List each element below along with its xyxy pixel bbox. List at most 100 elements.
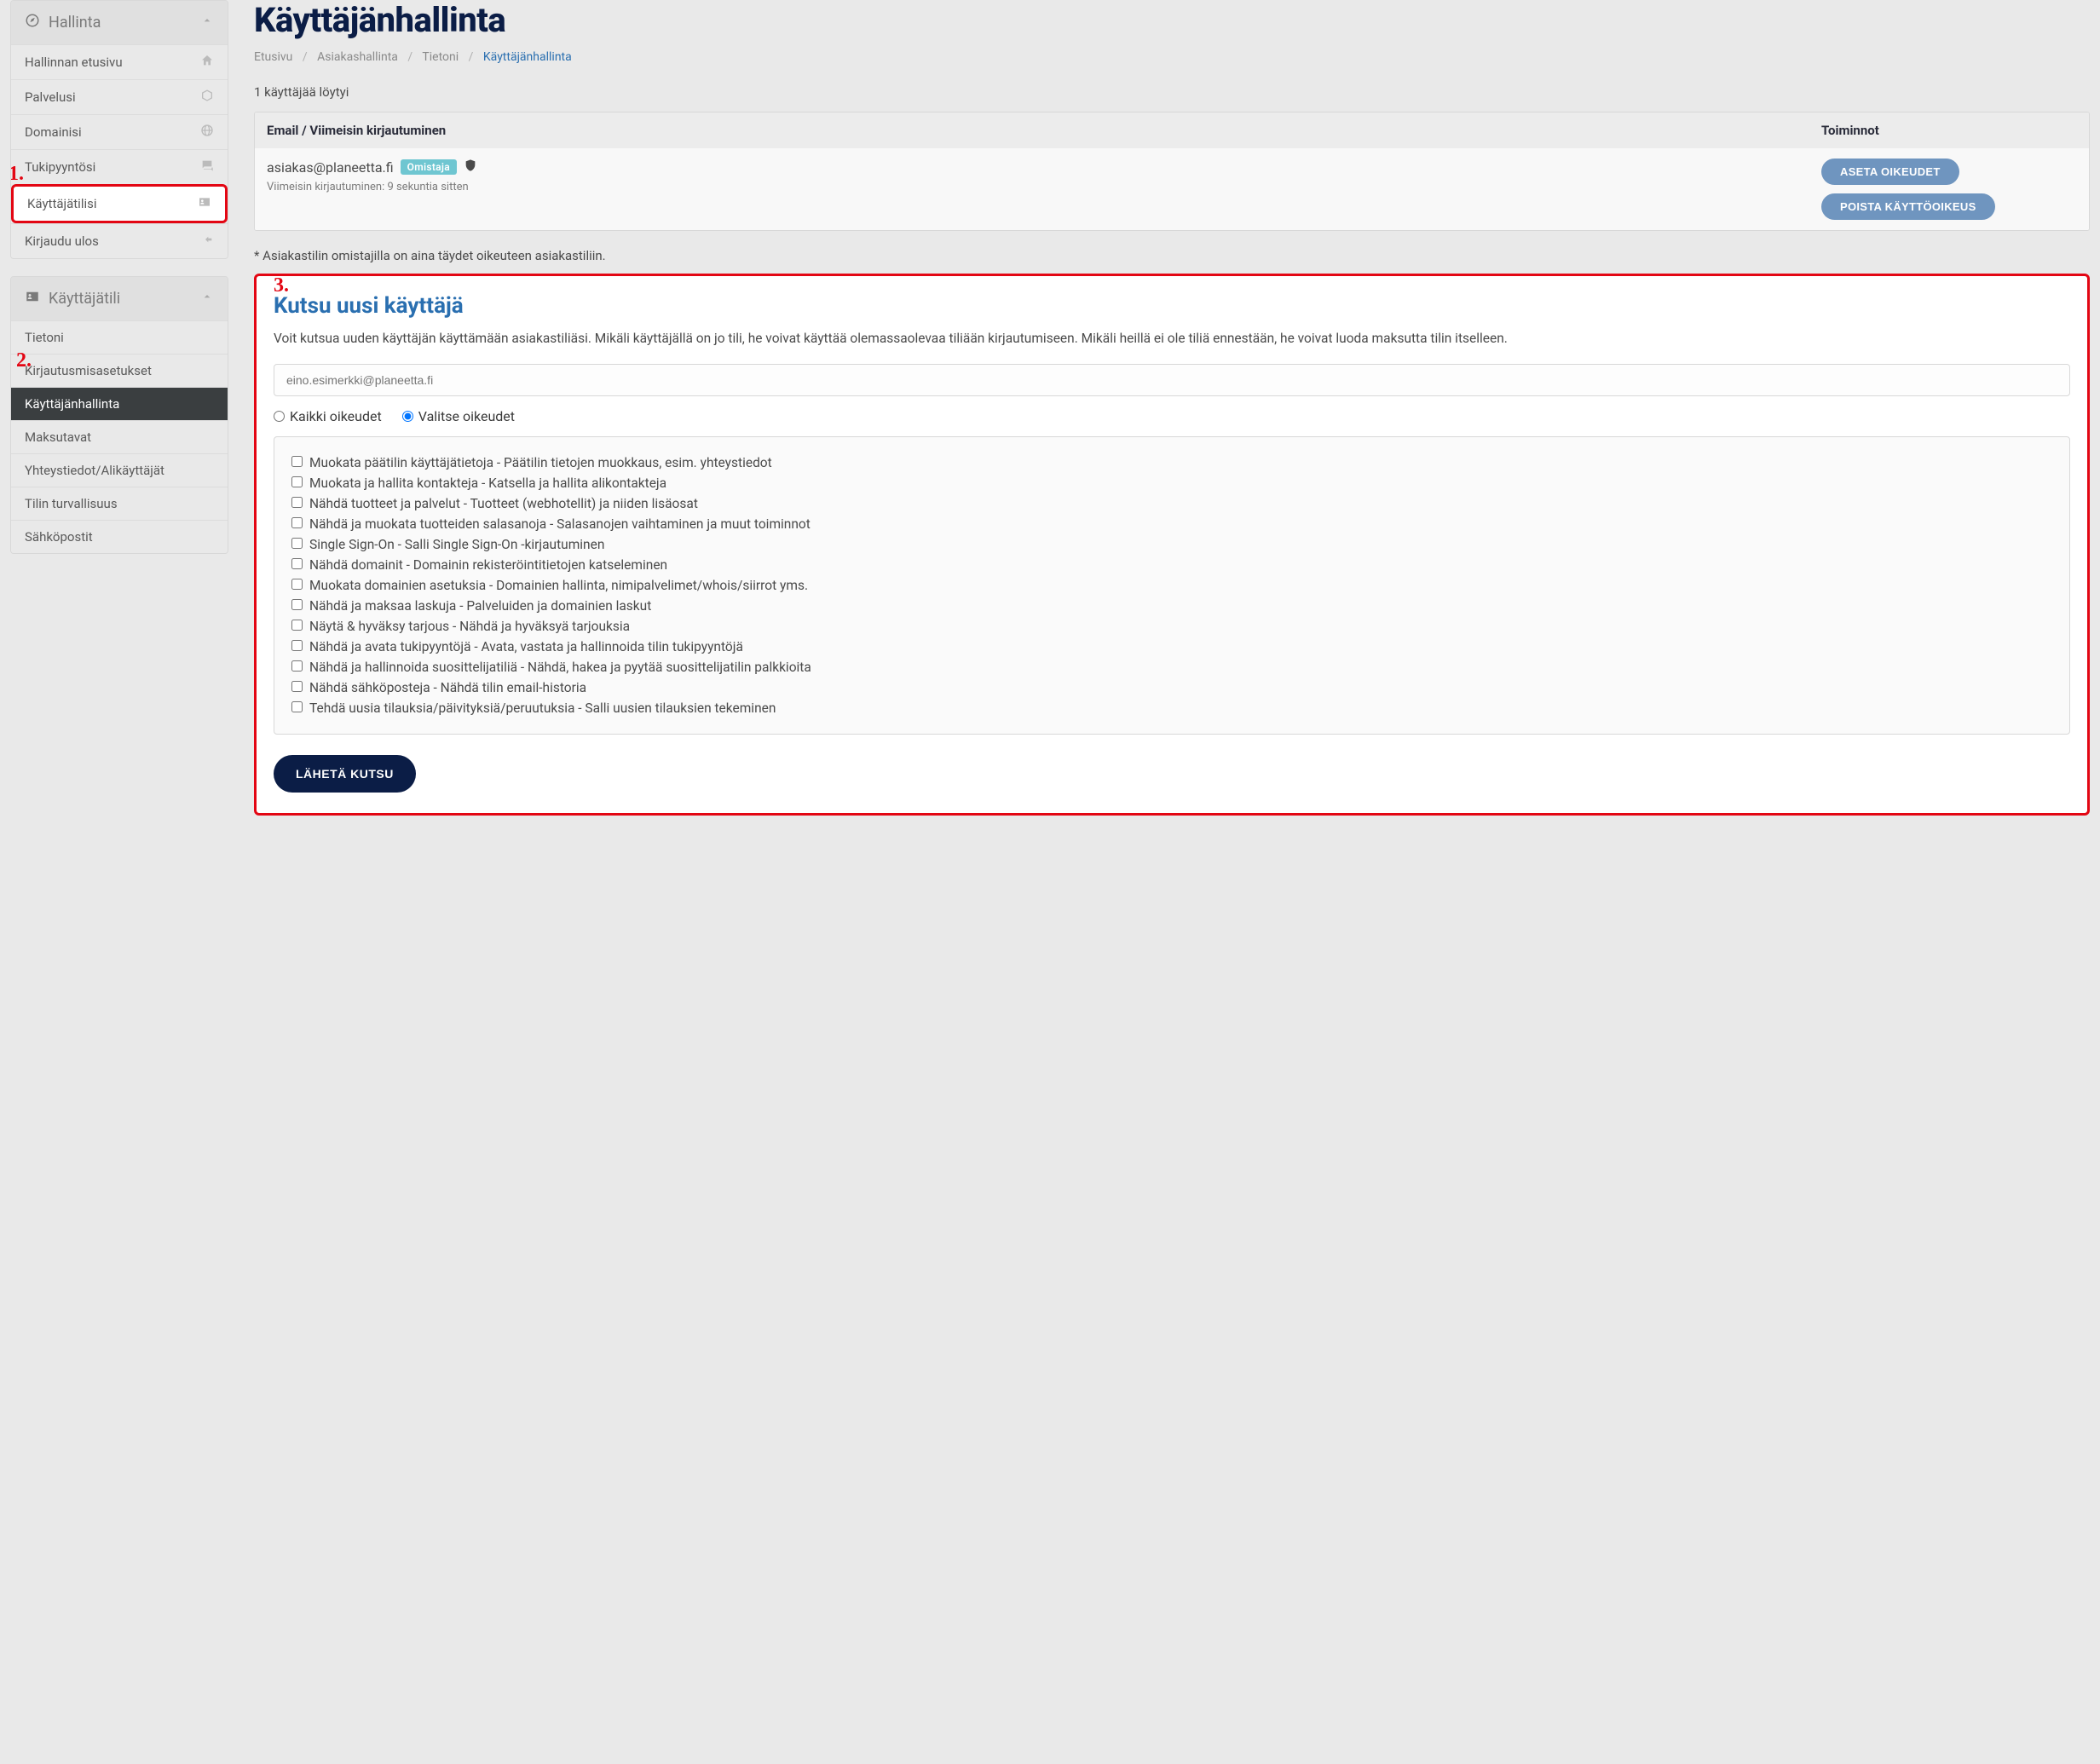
perm-label: Nähdä ja muokata tuotteiden salasanoja -… [309, 514, 811, 534]
radio-select-rights[interactable]: Valitse oikeudet [402, 408, 515, 424]
perm-item[interactable]: Nähdä ja muokata tuotteiden salasanoja -… [291, 514, 2052, 534]
perm-checkbox[interactable] [291, 456, 303, 467]
th-actions: Toiminnot [1821, 123, 2077, 138]
sidebar-item-tietoni[interactable]: Tietoni [11, 320, 228, 354]
id-card-icon [25, 289, 40, 308]
perm-checkbox[interactable] [291, 620, 303, 631]
remove-access-button[interactable]: POISTA KÄYTTÖOIKEUS [1821, 193, 1995, 220]
sidebar-item-kirjautusmisasetukset[interactable]: 2. Kirjautusmisasetukset [11, 354, 228, 387]
sidebar: Hallinta Hallinnan etusivu Palvelusi Dom… [10, 0, 228, 816]
chat-icon [200, 159, 214, 176]
sidebar-item-tukipyyntosi[interactable]: Tukipyyntösi [11, 149, 228, 184]
perm-checkbox[interactable] [291, 640, 303, 651]
last-login-text: Viimeisin kirjautuminen: 9 sekuntia sitt… [267, 181, 1821, 193]
perm-item[interactable]: Nähdä ja avata tukipyyntöjä - Avata, vas… [291, 637, 2052, 657]
sidebar-item-tilin-turvallisuus[interactable]: Tilin turvallisuus [11, 487, 228, 520]
table-row: asiakas@planeetta.fi Omistaja Viimeisin … [255, 148, 2089, 230]
breadcrumb-etusivu[interactable]: Etusivu [254, 50, 292, 64]
perm-item[interactable]: Tehdä uusia tilauksia/päivityksiä/peruut… [291, 698, 2052, 718]
perm-checkbox[interactable] [291, 476, 303, 487]
sidebar-item-kayttajatilisi[interactable]: 1. Käyttäjätilisi [11, 184, 228, 223]
nav-label: Tilin turvallisuus [25, 496, 118, 511]
perm-label: Nähdä ja hallinnoida suosittelijatiliä -… [309, 657, 811, 677]
chevron-up-icon [200, 290, 214, 308]
perm-checkbox[interactable] [291, 681, 303, 692]
annotation-3: 3. [274, 274, 289, 297]
perm-label: Nähdä domainit - Domainin rekisteröintit… [309, 555, 667, 575]
nav-label: Kirjautusmisasetukset [25, 363, 152, 378]
perm-label: Single Sign-On - Salli Single Sign-On -k… [309, 534, 604, 555]
section-title: Käyttäjätili [49, 290, 120, 308]
perm-label: Muokata domainien asetuksia - Domainien … [309, 575, 808, 596]
radio-select-rights-input[interactable] [402, 411, 413, 422]
sidebar-item-domainisi[interactable]: Domainisi [11, 114, 228, 149]
nav-label: Sähköpostit [25, 529, 93, 545]
nav-label: Palvelusi [25, 89, 76, 105]
section-header-hallinta[interactable]: Hallinta [11, 1, 228, 44]
cube-icon [200, 89, 214, 106]
perm-checkbox[interactable] [291, 701, 303, 712]
perm-item[interactable]: Muokata ja hallita kontakteja - Katsella… [291, 473, 2052, 493]
perm-item[interactable]: Nähdä ja hallinnoida suosittelijatiliä -… [291, 657, 2052, 677]
sidebar-item-yhteystiedot[interactable]: Yhteystiedot/Alikäyttäjät [11, 453, 228, 487]
nav-label: Maksutavat [25, 429, 91, 445]
breadcrumb: Etusivu / Asiakashallinta / Tietoni / Kä… [254, 50, 2090, 64]
radio-all-rights[interactable]: Kaikki oikeudet [274, 408, 382, 424]
nav-label: Tietoni [25, 330, 64, 345]
sidebar-item-kirjaudu-ulos[interactable]: Kirjaudu ulos [11, 223, 228, 258]
perm-checkbox[interactable] [291, 599, 303, 610]
annotation-2: 2. [16, 349, 32, 372]
perm-label: Nähdä ja maksaa laskuja - Palveluiden ja… [309, 596, 651, 616]
perm-item[interactable]: Single Sign-On - Salli Single Sign-On -k… [291, 534, 2052, 555]
invite-email-input[interactable] [274, 364, 2070, 396]
sidebar-item-kayttajanhallinta[interactable]: Käyttäjänhallinta [11, 387, 228, 420]
permissions-box: Muokata päätilin käyttäjätietoja - Pääti… [274, 436, 2070, 735]
perm-item[interactable]: Nähdä domainit - Domainin rekisteröintit… [291, 555, 2052, 575]
owner-rights-note: * Asiakastilin omistajilla on aina täyde… [254, 248, 2090, 263]
arrow-left-icon [200, 233, 214, 250]
perm-item[interactable]: Muokata domainien asetuksia - Domainien … [291, 575, 2052, 596]
globe-icon [200, 124, 214, 141]
nav-label: Yhteystiedot/Alikäyttäjät [25, 463, 164, 478]
sidebar-item-hallinnan-etusivu[interactable]: Hallinnan etusivu [11, 44, 228, 79]
invite-description: Voit kutsua uuden käyttäjän käyttämään a… [274, 329, 2070, 349]
perm-checkbox[interactable] [291, 660, 303, 672]
perm-item[interactable]: Muokata päätilin käyttäjätietoja - Pääti… [291, 453, 2052, 473]
perm-label: Tehdä uusia tilauksia/päivityksiä/peruut… [309, 698, 776, 718]
perm-label: Muokata päätilin käyttäjätietoja - Pääti… [309, 453, 772, 473]
compass-icon [25, 13, 40, 32]
invite-user-panel: 3. Kutsu uusi käyttäjä Voit kutsua uuden… [254, 274, 2090, 816]
perm-checkbox[interactable] [291, 579, 303, 590]
section-header-kayttajatili[interactable]: Käyttäjätili [11, 277, 228, 320]
breadcrumb-asiakashallinta[interactable]: Asiakashallinta [317, 50, 398, 64]
sidebar-item-sahkopostit[interactable]: Sähköpostit [11, 520, 228, 553]
breadcrumb-tietoni[interactable]: Tietoni [422, 50, 459, 64]
perm-checkbox[interactable] [291, 517, 303, 528]
send-invite-button[interactable]: LÄHETÄ KUTSU [274, 755, 416, 793]
perm-checkbox[interactable] [291, 497, 303, 508]
table-header: Email / Viimeisin kirjautuminen Toiminno… [255, 112, 2089, 148]
nav-label: Hallinnan etusivu [25, 55, 123, 70]
perm-checkbox[interactable] [291, 558, 303, 569]
radio-all-rights-input[interactable] [274, 411, 285, 422]
users-found-text: 1 käyttäjää löytyi [254, 84, 2090, 100]
page-title: Käyttäjänhallinta [254, 0, 2090, 40]
chevron-up-icon [200, 14, 214, 32]
sidebar-section-kayttajatili: Käyttäjätili Tietoni 2. Kirjautusmisaset… [10, 276, 228, 554]
breadcrumb-current: Käyttäjänhallinta [483, 50, 572, 64]
perm-item[interactable]: Nähdä tuotteet ja palvelut - Tuotteet (w… [291, 493, 2052, 514]
perm-item[interactable]: Näytä & hyväksy tarjous - Nähdä ja hyväk… [291, 616, 2052, 637]
perm-label: Nähdä tuotteet ja palvelut - Tuotteet (w… [309, 493, 698, 514]
home-icon [200, 54, 214, 71]
perm-label: Nähdä ja avata tukipyyntöjä - Avata, vas… [309, 637, 743, 657]
main-content: Käyttäjänhallinta Etusivu / Asiakashalli… [254, 0, 2090, 816]
set-rights-button[interactable]: ASETA OIKEUDET [1821, 159, 1959, 185]
th-email: Email / Viimeisin kirjautuminen [267, 123, 1821, 138]
shield-icon [464, 159, 477, 176]
perm-checkbox[interactable] [291, 538, 303, 549]
nav-label: Käyttäjänhallinta [25, 396, 119, 412]
perm-item[interactable]: Nähdä ja maksaa laskuja - Palveluiden ja… [291, 596, 2052, 616]
sidebar-item-maksutavat[interactable]: Maksutavat [11, 420, 228, 453]
sidebar-item-palvelusi[interactable]: Palvelusi [11, 79, 228, 114]
perm-item[interactable]: Nähdä sähköposteja - Nähdä tilin email-h… [291, 677, 2052, 698]
